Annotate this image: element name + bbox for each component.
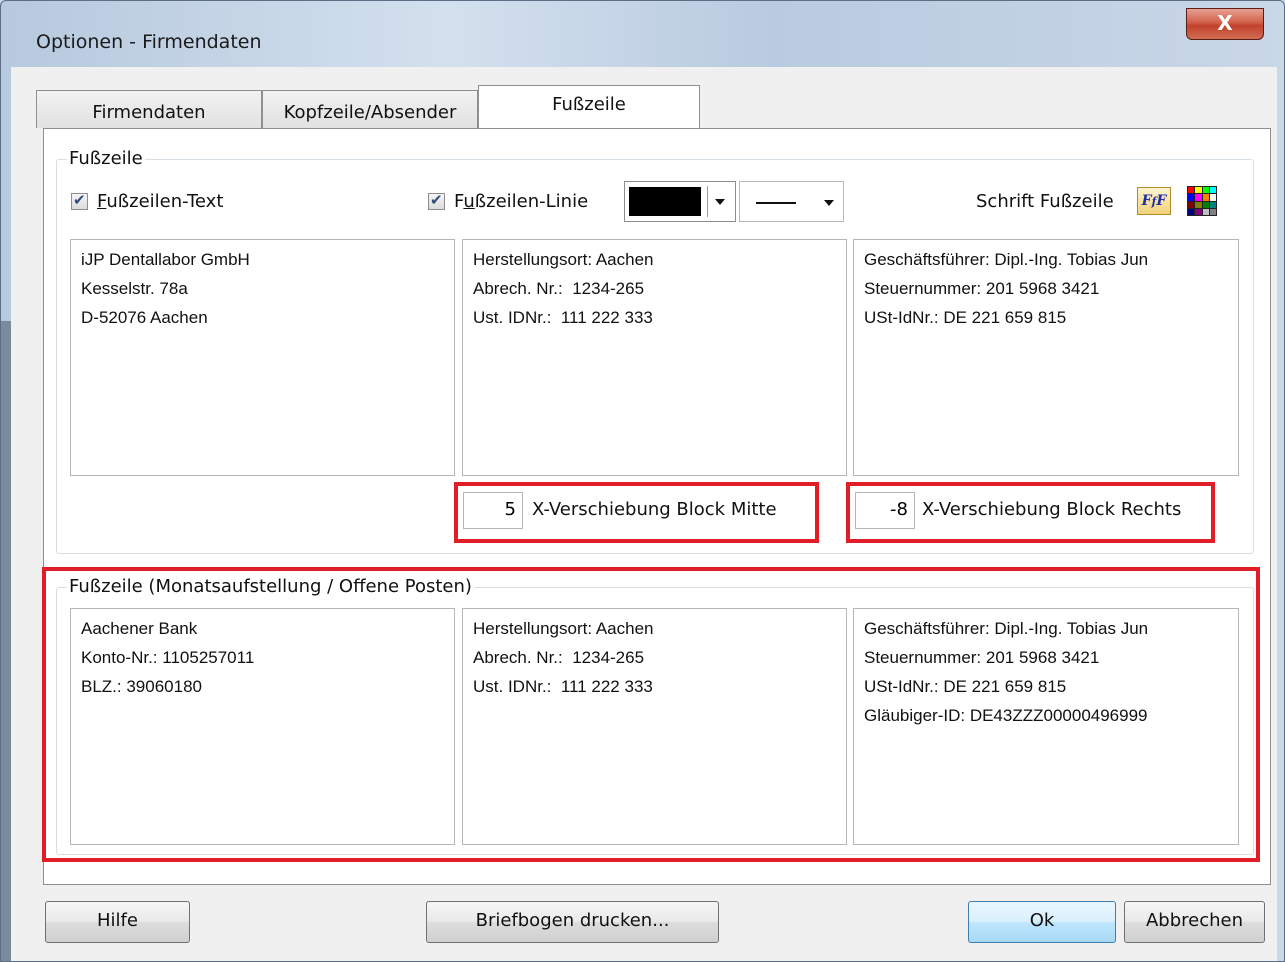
offset-right-label: X-Verschiebung Block Rechts [922, 499, 1182, 520]
fusszeilen-text-checkbox[interactable] [71, 191, 88, 210]
line-color-swatch [629, 187, 701, 216]
title-bar[interactable]: Optionen - Firmendaten X [1, 1, 1284, 53]
fusszeilen-text-label[interactable]: Fußzeilen-Text [97, 191, 223, 212]
footer-block-left[interactable]: iJP Dentallabor GmbH Kesselstr. 78a D-52… [70, 239, 455, 476]
schrift-fusszeile-label: Schrift Fußzeile [976, 191, 1114, 212]
color-palette-icon[interactable] [1187, 186, 1217, 216]
fusszeilen-linie-accel: u [463, 191, 475, 212]
offset-middle-input[interactable]: 5 [463, 492, 523, 529]
cancel-button[interactable]: Abbrechen [1124, 901, 1265, 943]
combo-separator [707, 186, 708, 217]
chevron-down-icon [824, 200, 834, 206]
fusszeilen-linie-checkbox[interactable] [428, 191, 445, 210]
group-monatsaufstellung-title: Fußzeile (Monatsaufstellung / Offene Pos… [67, 576, 474, 597]
fusszeilen-text-rest: ußzeilen-Text [106, 191, 224, 212]
fusszeilen-text-accel: F [97, 191, 107, 212]
close-icon: X [1217, 11, 1233, 35]
monthly-block-left[interactable]: Aachener Bank Konto-Nr.: 1105257011 BLZ.… [70, 608, 455, 845]
fusszeilen-linie-rest: ßzeilen-Linie [474, 191, 589, 212]
monthly-block-right[interactable]: Geschäftsführer: Dipl.-Ing. Tobias Jun S… [853, 608, 1239, 845]
group-fusszeile-title: Fußzeile [67, 148, 145, 169]
chevron-down-icon [715, 199, 725, 205]
offset-right-input[interactable]: -8 [855, 492, 915, 529]
tab-fusszeile[interactable]: Fußzeile [478, 85, 700, 128]
line-color-dropdown[interactable] [624, 181, 736, 222]
tab-kopfzeile-absender[interactable]: Kopfzeile/Absender [262, 90, 478, 128]
window-title: Optionen - Firmendaten [36, 31, 262, 53]
close-button[interactable]: X [1186, 8, 1264, 40]
tab-firmendaten[interactable]: Firmendaten [36, 90, 262, 128]
offset-middle-label: X-Verschiebung Block Mitte [532, 499, 777, 520]
line-style-dropdown[interactable] [739, 181, 844, 222]
monthly-block-middle[interactable]: Herstellungsort: Aachen Abrech. Nr.: 123… [462, 608, 847, 845]
ok-button[interactable]: Ok [968, 901, 1116, 943]
line-style-sample [756, 202, 796, 204]
fusszeilen-linie-label[interactable]: Fußzeilen-Linie [454, 191, 588, 212]
print-letterhead-button[interactable]: Briefbogen drucken... [426, 901, 719, 943]
footer-block-right[interactable]: Geschäftsführer: Dipl.-Ing. Tobias Jun S… [853, 239, 1239, 476]
font-settings-icon[interactable]: FfF [1137, 187, 1171, 215]
footer-block-middle[interactable]: Herstellungsort: Aachen Abrech. Nr.: 123… [462, 239, 847, 476]
dialog-window: Optionen - Firmendaten X Firmendaten Kop… [0, 0, 1285, 962]
help-button[interactable]: Hilfe [45, 901, 190, 943]
fusszeilen-linie-prefix: F [454, 191, 464, 212]
background-window-edge [1, 321, 11, 961]
